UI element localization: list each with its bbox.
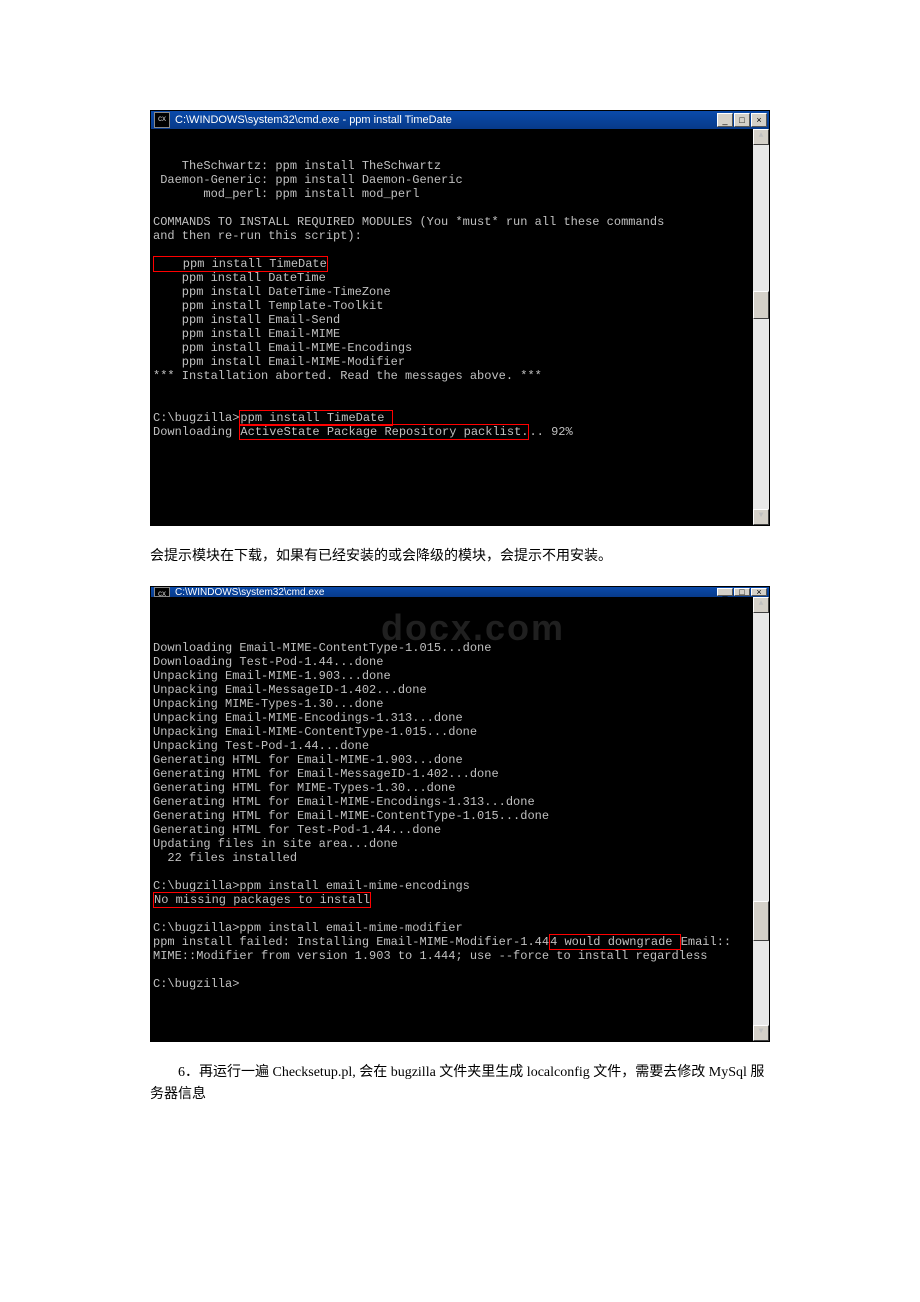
titlebar: cx C:\WINDOWS\system32\cmd.exe - ppm ins…: [151, 111, 769, 129]
terminal-text: Downloading: [153, 425, 239, 439]
caption-text-1: 会提示模块在下载，如果有已经安装的或会降级的模块，会提示不用安装。: [150, 546, 770, 568]
titlebar-cut: cx C:\WINDOWS\system32\cmd.exe _ □ ×: [151, 587, 769, 597]
cmd-window-2: cx C:\WINDOWS\system32\cmd.exe _ □ × doc…: [150, 586, 770, 1042]
terminal-text: ppm install DateTime ppm install DateTim…: [153, 271, 542, 425]
window-buttons: _ □ ×: [716, 588, 767, 596]
scroll-thumb[interactable]: [753, 901, 769, 941]
scroll-up-icon[interactable]: ▲: [753, 597, 769, 613]
scroll-up-icon[interactable]: ▲: [753, 129, 769, 145]
scroll-thumb[interactable]: [753, 291, 769, 319]
close-button[interactable]: ×: [751, 113, 767, 127]
highlighted-command: ppm install TimeDate: [153, 256, 328, 272]
scrollbar[interactable]: ▲ ▼: [753, 597, 769, 1041]
maximize-button[interactable]: □: [734, 588, 750, 596]
window-buttons: _ □ ×: [716, 113, 767, 127]
watermark-text: docx.com: [381, 621, 565, 635]
minimize-button[interactable]: _: [717, 588, 733, 596]
terminal-body: docx.com Downloading Email-MIME-ContentT…: [151, 597, 769, 1041]
scroll-track[interactable]: [753, 613, 769, 1025]
maximize-button[interactable]: □: [734, 113, 750, 127]
download-packlist-box: ActiveState Package Repository packlist.: [239, 424, 529, 440]
window-title: C:\WINDOWS\system32\cmd.exe: [173, 587, 716, 597]
terminal-body: TheSchwartz: ppm install TheSchwartz Dae…: [151, 129, 769, 525]
scroll-down-icon[interactable]: ▼: [753, 509, 769, 525]
scroll-track[interactable]: [753, 145, 769, 509]
cmd-icon: cx: [154, 112, 170, 128]
terminal-text: C:\bugzilla>ppm install email-mime-modif…: [153, 921, 549, 949]
cmd-window-1: cx C:\WINDOWS\system32\cmd.exe - ppm ins…: [150, 110, 770, 526]
no-missing-box: No missing packages to install: [153, 892, 371, 908]
minimize-button[interactable]: _: [717, 113, 733, 127]
terminal-text: TheSchwartz: ppm install TheSchwartz Dae…: [153, 159, 664, 243]
cmd-icon: cx: [154, 587, 170, 597]
terminal-text: .. 92%: [529, 425, 572, 439]
terminal-text: MIME::Modifier from version 1.903 to 1.4…: [153, 949, 708, 991]
caption-text-2: 6．再运行一遍 Checksetup.pl, 会在 bugzilla 文件夹里生…: [150, 1062, 770, 1106]
terminal-text: Downloading Email-MIME-ContentType-1.015…: [153, 641, 549, 893]
terminal-text: Email::: [681, 935, 731, 949]
window-title: C:\WINDOWS\system32\cmd.exe - ppm instal…: [173, 114, 716, 126]
scroll-down-icon[interactable]: ▼: [753, 1025, 769, 1041]
downgrade-box: 4 would downgrade: [549, 934, 681, 950]
close-button[interactable]: ×: [751, 588, 767, 596]
scrollbar[interactable]: ▲ ▼: [753, 129, 769, 525]
